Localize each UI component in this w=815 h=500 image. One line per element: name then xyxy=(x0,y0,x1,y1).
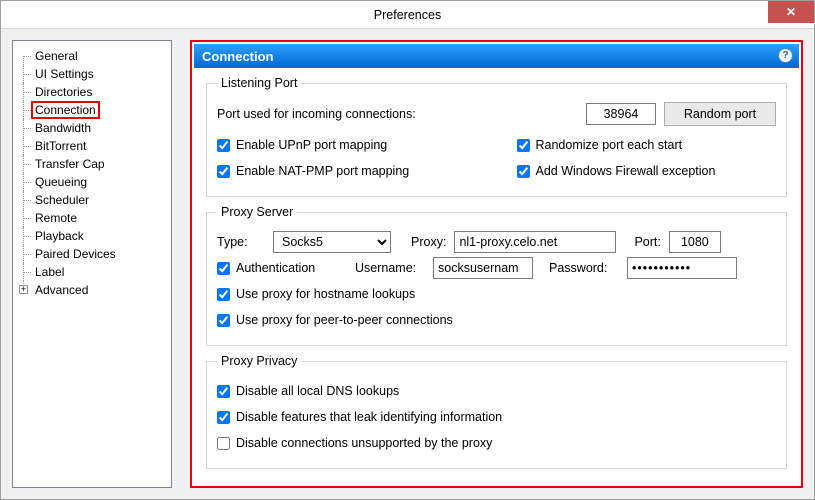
proxy-username-label: Username: xyxy=(355,261,425,275)
tree-item-playback[interactable]: Playback xyxy=(17,227,171,245)
tree-item-scheduler[interactable]: Scheduler xyxy=(17,191,171,209)
listening-port-group: Listening Port Port used for incoming co… xyxy=(206,76,787,197)
proxy-privacy-legend: Proxy Privacy xyxy=(217,354,301,368)
randomize-port-checkbox[interactable]: Randomize port each start xyxy=(517,138,683,152)
tree-item-queueing[interactable]: Queueing xyxy=(17,173,171,191)
tree-item-connection[interactable]: Connection xyxy=(17,101,171,119)
proxy-port-label: Port: xyxy=(634,235,660,249)
tree-item-paired-devices[interactable]: Paired Devices xyxy=(17,245,171,263)
incoming-port-label: Port used for incoming connections: xyxy=(217,107,416,121)
proxy-p2p-checkbox[interactable]: Use proxy for peer-to-peer connections xyxy=(217,313,453,327)
proxy-hostname-checkbox[interactable]: Use proxy for hostname lookups xyxy=(217,287,415,301)
proxy-server-group: Proxy Server Type: Socks5 Proxy: Port: A… xyxy=(206,205,787,346)
tree-item-transfer-cap[interactable]: Transfer Cap xyxy=(17,155,171,173)
disable-dns-checkbox[interactable]: Disable all local DNS lookups xyxy=(217,384,399,398)
tree-item-remote[interactable]: Remote xyxy=(17,209,171,227)
tree-item-advanced[interactable]: + Advanced xyxy=(17,281,171,299)
proxy-port-input[interactable] xyxy=(669,231,721,253)
disable-leak-checkbox[interactable]: Disable features that leak identifying i… xyxy=(217,410,502,424)
client-area: General UI Settings Directories Connecti… xyxy=(2,30,813,498)
random-port-button[interactable]: Random port xyxy=(664,102,776,126)
listening-port-legend: Listening Port xyxy=(217,76,301,90)
proxy-host-input[interactable] xyxy=(454,231,616,253)
proxy-password-input[interactable] xyxy=(627,257,737,279)
connection-panel: Connection ? Listening Port Port used fo… xyxy=(190,40,803,488)
help-icon[interactable]: ? xyxy=(778,48,793,63)
upnp-checkbox[interactable]: Enable UPnP port mapping xyxy=(217,138,387,152)
preferences-window: Preferences ✕ General UI Settings Direct… xyxy=(0,0,815,500)
proxy-host-label: Proxy: xyxy=(411,235,446,249)
expand-icon[interactable]: + xyxy=(19,285,28,294)
proxy-auth-checkbox[interactable]: Authentication xyxy=(217,261,347,275)
natpmp-checkbox[interactable]: Enable NAT-PMP port mapping xyxy=(217,164,409,178)
disable-unsupported-checkbox[interactable]: Disable connections unsupported by the p… xyxy=(217,436,492,450)
tree-item-directories[interactable]: Directories xyxy=(17,83,171,101)
firewall-checkbox[interactable]: Add Windows Firewall exception xyxy=(517,164,716,178)
close-button[interactable]: ✕ xyxy=(768,1,814,23)
tree-item-general[interactable]: General xyxy=(17,47,171,65)
proxy-privacy-group: Proxy Privacy Disable all local DNS look… xyxy=(206,354,787,469)
proxy-type-label: Type: xyxy=(217,235,265,249)
proxy-type-select[interactable]: Socks5 xyxy=(273,231,391,253)
panel-title: Connection xyxy=(202,49,274,64)
tree-item-label[interactable]: Label xyxy=(17,263,171,281)
titlebar: Preferences ✕ xyxy=(1,1,814,29)
tree-item-ui-settings[interactable]: UI Settings xyxy=(17,65,171,83)
panel-body: Listening Port Port used for incoming co… xyxy=(194,68,799,485)
tree-item-bandwidth[interactable]: Bandwidth xyxy=(17,119,171,137)
close-icon: ✕ xyxy=(786,5,796,19)
incoming-port-input[interactable] xyxy=(586,103,656,125)
window-title: Preferences xyxy=(374,8,441,22)
proxy-server-legend: Proxy Server xyxy=(217,205,297,219)
proxy-username-input[interactable] xyxy=(433,257,533,279)
category-tree[interactable]: General UI Settings Directories Connecti… xyxy=(12,40,172,488)
panel-header: Connection ? xyxy=(194,44,799,68)
tree-item-bittorrent[interactable]: BitTorrent xyxy=(17,137,171,155)
proxy-password-label: Password: xyxy=(549,261,619,275)
